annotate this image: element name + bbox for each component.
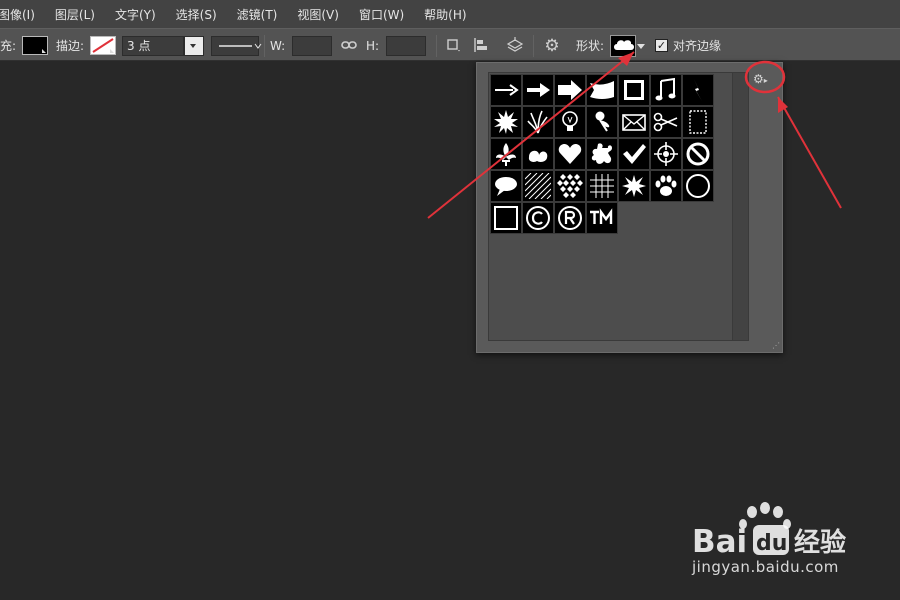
- watermark-url: jingyan.baidu.com: [692, 558, 839, 576]
- shape-picker-well[interactable]: [610, 35, 636, 57]
- menu-type[interactable]: 文字(Y): [115, 6, 163, 23]
- separator: [436, 35, 437, 57]
- grass-icon[interactable]: [522, 106, 554, 138]
- grid-pattern-icon[interactable]: [586, 170, 618, 202]
- arrow-bold-icon[interactable]: [522, 74, 554, 106]
- separator: [264, 35, 265, 57]
- checkmark-icon[interactable]: [618, 138, 650, 170]
- stroke-type-select[interactable]: [211, 36, 262, 56]
- stamp-frame-icon[interactable]: [682, 106, 714, 138]
- path-operations-icon[interactable]: [444, 37, 462, 55]
- starburst-icon[interactable]: [490, 106, 522, 138]
- frame-square-icon[interactable]: [618, 74, 650, 106]
- arrow-thin-icon[interactable]: [490, 74, 522, 106]
- path-arrangement-icon[interactable]: [505, 37, 524, 55]
- menu-layer[interactable]: 图层(L): [55, 6, 102, 23]
- menu-window[interactable]: 窗口(W): [359, 6, 411, 23]
- custom-shape-picker: ⚙▸ ⋰: [476, 62, 783, 353]
- link-icon[interactable]: [340, 37, 358, 55]
- lightbulb-icon[interactable]: [554, 106, 586, 138]
- width-label: W:: [270, 38, 286, 53]
- fleur-de-lis-icon[interactable]: [490, 138, 522, 170]
- registered-icon[interactable]: [554, 202, 586, 234]
- trademark-icon[interactable]: [586, 202, 618, 234]
- scissors-icon[interactable]: [650, 106, 682, 138]
- picker-settings-gear-icon[interactable]: ⚙▸: [753, 71, 775, 87]
- shape-label: 形状:: [576, 39, 605, 53]
- shape-grid: [490, 74, 715, 234]
- ornament-icon[interactable]: [522, 138, 554, 170]
- puzzle-icon[interactable]: [586, 138, 618, 170]
- stroke-width-input[interactable]: 3 点: [122, 36, 184, 56]
- banner-icon[interactable]: [586, 74, 618, 106]
- burst-icon[interactable]: [618, 170, 650, 202]
- arrow-block-icon[interactable]: [554, 74, 586, 106]
- width-input[interactable]: [292, 36, 332, 56]
- paw-print-icon[interactable]: [650, 170, 682, 202]
- copyright-icon[interactable]: [522, 202, 554, 234]
- stroke-width-dropdown[interactable]: [184, 36, 204, 56]
- menu-image[interactable]: 图像(I): [0, 6, 42, 23]
- menu-filter[interactable]: 滤镜(T): [237, 6, 285, 23]
- svg-text:经验: 经验: [794, 527, 846, 558]
- path-alignment-icon[interactable]: [473, 37, 491, 55]
- music-note-icon[interactable]: [650, 74, 682, 106]
- height-input[interactable]: [386, 36, 426, 56]
- shape-grid-area: [488, 72, 749, 341]
- hatch-pattern-icon[interactable]: [522, 170, 554, 202]
- align-edges-checkbox[interactable]: ✓: [655, 39, 668, 52]
- menu-view[interactable]: 视图(V): [297, 6, 346, 23]
- fill-label: 充:: [0, 39, 17, 53]
- lightning-icon[interactable]: [682, 74, 714, 106]
- square-outline-icon[interactable]: [490, 202, 522, 234]
- heart-icon[interactable]: [554, 138, 586, 170]
- options-bar: 充: 描边: 3 点 W: H: ⚙ 形状: ✓ 对齐边缘: [0, 28, 900, 61]
- svg-text:Bai: Bai: [692, 524, 747, 560]
- envelope-icon[interactable]: [618, 106, 650, 138]
- stroke-swatch[interactable]: [90, 36, 116, 55]
- menu-help[interactable]: 帮助(H): [424, 6, 473, 23]
- height-label: H:: [366, 38, 380, 53]
- fill-swatch[interactable]: [22, 36, 48, 55]
- pushpin-icon[interactable]: [586, 106, 618, 138]
- align-edges-label: 对齐边缘: [673, 39, 722, 53]
- circle-outline-icon[interactable]: [682, 170, 714, 202]
- no-sign-icon[interactable]: [682, 138, 714, 170]
- menu-bar: 图像(I) 图层(L) 文字(Y) 选择(S) 滤镜(T) 视图(V) 窗口(W…: [0, 0, 900, 28]
- separator: [533, 35, 534, 57]
- annotation-arrow-to-gear: [777, 96, 842, 209]
- checkerboard-icon[interactable]: [554, 170, 586, 202]
- chevron-down-icon[interactable]: [636, 37, 646, 55]
- stroke-label: 描边:: [56, 39, 85, 53]
- svg-text:du: du: [756, 531, 787, 556]
- cloud-shape-icon: [614, 40, 634, 50]
- gear-icon[interactable]: ⚙: [543, 37, 561, 55]
- menu-select[interactable]: 选择(S): [176, 6, 224, 23]
- resize-grip-icon[interactable]: ⋰: [772, 342, 780, 350]
- speech-bubble-icon[interactable]: [490, 170, 522, 202]
- crosshair-icon[interactable]: [650, 138, 682, 170]
- line-style-icon: [219, 43, 262, 49]
- shape-grid-scrollbar[interactable]: [732, 73, 748, 340]
